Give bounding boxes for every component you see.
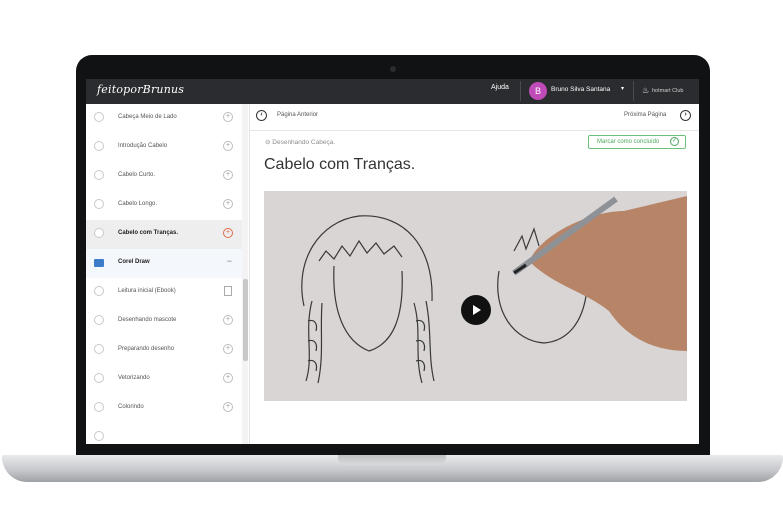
- document-icon[interactable]: [224, 286, 232, 296]
- camera: [390, 66, 396, 72]
- status-circle-icon: [94, 228, 104, 238]
- status-circle-icon: [94, 344, 104, 354]
- sidebar-item[interactable]: Preparando desenho +: [86, 336, 242, 366]
- video-player[interactable]: [264, 191, 687, 401]
- sidebar-item-label: Introdução Cabelo: [118, 143, 168, 149]
- sidebar-item-label: Cabelo com Tranças.: [118, 230, 179, 236]
- page-title: Cabelo com Tranças.: [264, 156, 416, 173]
- help-link[interactable]: Ajuda: [491, 84, 509, 91]
- status-circle-icon: [94, 112, 104, 122]
- status-circle-icon: [94, 199, 104, 209]
- plus-icon[interactable]: +: [223, 199, 233, 209]
- sidebar-item-label: Cabeça Meio de Lado: [118, 114, 177, 120]
- scrollbar-track[interactable]: [242, 104, 248, 444]
- status-circle-icon: [94, 431, 104, 441]
- plus-icon[interactable]: +: [223, 315, 233, 325]
- sidebar-item[interactable]: Vetorizando +: [86, 365, 242, 395]
- sidebar-item-label: Colorindo: [118, 404, 144, 410]
- logo[interactable]: feitoporBrunus: [97, 83, 184, 96]
- status-circle-icon: [94, 402, 104, 412]
- chevron-left-icon[interactable]: ‹: [256, 110, 267, 121]
- laptop-notch: [338, 455, 446, 465]
- user-name[interactable]: Bruno Silva Santana: [551, 86, 610, 93]
- divider: [633, 81, 634, 101]
- check-icon: ✓: [670, 137, 679, 146]
- folder-icon: [94, 259, 104, 267]
- next-page-link[interactable]: Próxima Página: [624, 112, 666, 118]
- sidebar-item[interactable]: Cabelo Longo. +: [86, 191, 242, 221]
- status-circle-icon: [94, 373, 104, 383]
- plus-icon[interactable]: +: [223, 373, 233, 383]
- sidebar-item-partial[interactable]: [86, 423, 242, 444]
- plus-icon[interactable]: +: [223, 344, 233, 354]
- hotmart-flame-icon: ♨: [642, 86, 650, 95]
- avatar[interactable]: B: [529, 82, 547, 100]
- lesson-content: ‹ Página Anterior Próxima Página › ⊖ Des…: [250, 104, 699, 444]
- mark-complete-label: Marcar como concluído: [597, 139, 660, 145]
- mark-complete-button[interactable]: Marcar como concluído ✓: [588, 135, 686, 149]
- plus-icon[interactable]: +: [223, 141, 233, 151]
- sidebar-item-label: Cabelo Longo.: [118, 201, 158, 207]
- chevron-down-icon[interactable]: ▾: [621, 85, 624, 92]
- status-circle-icon: [94, 141, 104, 151]
- sidebar-item[interactable]: Cabeça Meio de Lado +: [86, 104, 242, 134]
- screen: feitoporBrunus Ajuda B Bruno Silva Santa…: [86, 79, 699, 444]
- collapse-icon[interactable]: −: [227, 256, 232, 266]
- sidebar-item[interactable]: Desenhando mascote +: [86, 307, 242, 337]
- plus-icon[interactable]: +: [223, 228, 233, 238]
- sidebar-item-label: Preparando desenho: [118, 346, 175, 352]
- breadcrumb-label: Desenhando Cabeça.: [272, 139, 336, 146]
- play-icon: [473, 305, 481, 315]
- breadcrumb[interactable]: ⊖ Desenhando Cabeça.: [265, 138, 335, 146]
- club-label[interactable]: hotmart Club: [652, 88, 684, 94]
- sidebar-item[interactable]: Introdução Cabelo +: [86, 133, 242, 163]
- sidebar-item-active[interactable]: Cabelo com Tranças. +: [86, 220, 242, 250]
- status-circle-icon: [94, 170, 104, 180]
- chevron-right-icon[interactable]: ›: [680, 110, 691, 121]
- play-button[interactable]: [461, 295, 491, 325]
- sidebar: Cabeça Meio de Lado + Introdução Cabelo …: [86, 104, 250, 444]
- sidebar-item[interactable]: Leitura inicial (Ebook): [86, 278, 242, 308]
- divider: [520, 81, 521, 101]
- sidebar-item-label: Cabelo Curto.: [118, 172, 156, 178]
- sidebar-item-label: Vetorizando: [118, 375, 150, 381]
- plus-icon[interactable]: +: [223, 170, 233, 180]
- plus-icon[interactable]: +: [223, 112, 233, 122]
- sidebar-item[interactable]: Cabelo Curto. +: [86, 162, 242, 192]
- sidebar-item[interactable]: Colorindo +: [86, 394, 242, 424]
- scrollbar-thumb[interactable]: [243, 279, 248, 361]
- sidebar-item-label: Desenhando mascote: [118, 317, 177, 323]
- top-bar: feitoporBrunus Ajuda B Bruno Silva Santa…: [86, 79, 699, 104]
- status-circle-icon: [94, 315, 104, 325]
- plus-icon[interactable]: +: [223, 402, 233, 412]
- sidebar-section-label: Corel Draw: [118, 259, 150, 265]
- sidebar-item-label: Leitura inicial (Ebook): [118, 288, 176, 294]
- lesson-nav: ‹ Página Anterior Próxima Página ›: [250, 104, 699, 131]
- status-circle-icon: [94, 286, 104, 296]
- sidebar-section-corel-draw[interactable]: Corel Draw −: [86, 249, 242, 279]
- prev-page-link[interactable]: Página Anterior: [277, 112, 318, 118]
